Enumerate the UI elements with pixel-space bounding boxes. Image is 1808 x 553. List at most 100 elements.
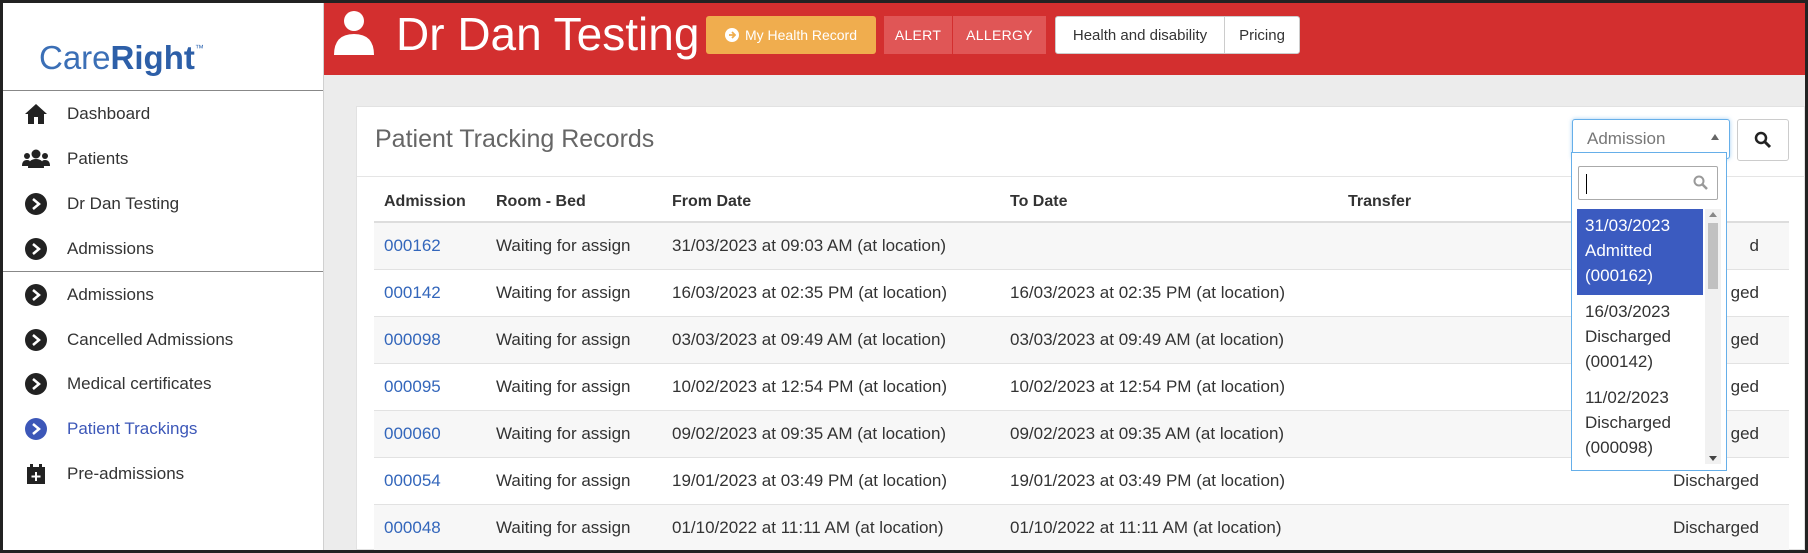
column-header-admission[interactable]: Admission xyxy=(374,182,486,223)
admission-dropdown: 31/03/2023 Admitted (000162) 16/03/2023 … xyxy=(1571,152,1727,471)
option-date: 11/02/2023 xyxy=(1585,388,1669,407)
admission-link[interactable]: 000098 xyxy=(384,330,441,349)
to-date-cell: 16/03/2023 at 02:35 PM (at location) xyxy=(1000,268,1338,316)
from-date-cell: 03/03/2023 at 09:49 AM (at location) xyxy=(662,315,1000,363)
text-cursor xyxy=(1586,174,1587,194)
transfer-cell xyxy=(1338,315,1538,363)
dropdown-option[interactable]: 16/03/2023 Discharged (000142) xyxy=(1577,295,1703,381)
user-icon xyxy=(332,9,376,60)
panel-title: Patient Tracking Records xyxy=(375,125,655,153)
admission-cell[interactable]: 000095 xyxy=(374,362,486,410)
option-date: 31/03/2023 xyxy=(1585,216,1671,235)
admission-cell[interactable]: 000054 xyxy=(374,456,486,504)
admission-cell[interactable]: 000048 xyxy=(374,503,486,551)
sidebar-item-label: Patients xyxy=(67,149,129,168)
option-date: 16/03/2023 xyxy=(1585,302,1671,321)
admission-link[interactable]: 000162 xyxy=(384,236,441,255)
sidebar-item-label: Patient Trackings xyxy=(67,419,198,438)
sidebar-item-dashboard[interactable]: Dashboard xyxy=(3,89,323,139)
option-code: (000098) xyxy=(1585,438,1654,457)
alert-label: ALERT xyxy=(894,27,942,43)
dropdown-options: 31/03/2023 Admitted (000162) 16/03/2023 … xyxy=(1577,209,1703,464)
column-header-to-date[interactable]: To Date xyxy=(1000,182,1338,223)
admission-link[interactable]: 000048 xyxy=(384,518,441,537)
chevron-circle-icon xyxy=(22,190,50,218)
room-cell: Waiting for assign xyxy=(486,221,662,269)
room-cell: Waiting for assign xyxy=(486,456,662,504)
scrollbar-thumb[interactable] xyxy=(1708,223,1718,289)
option-state: Discharged xyxy=(1585,327,1671,346)
dropdown-scrollbar[interactable] xyxy=(1705,209,1721,464)
alert-button[interactable]: ALERT xyxy=(884,16,952,54)
dropdown-option[interactable]: 11/02/2023 Discharged (000098) xyxy=(1577,381,1703,464)
sidebar-item-label: Dr Dan Testing xyxy=(67,194,180,213)
sidebar-item-patients[interactable]: Patients xyxy=(3,134,323,184)
admission-link[interactable]: 000054 xyxy=(384,471,441,490)
admission-link[interactable]: 000142 xyxy=(384,283,441,302)
from-date-cell: 09/02/2023 at 09:35 AM (at location) xyxy=(662,409,1000,457)
column-header-from-date[interactable]: From Date xyxy=(662,182,1000,223)
admission-select-value: Admission xyxy=(1587,129,1666,148)
option-state: Admitted xyxy=(1585,241,1653,260)
chevron-circle-icon xyxy=(22,281,50,309)
admission-cell[interactable]: 000060 xyxy=(374,409,486,457)
sidebar-item-label: Admissions xyxy=(67,239,154,258)
column-header-transfer[interactable]: Transfer xyxy=(1338,182,1538,223)
scroll-down-icon[interactable] xyxy=(1709,456,1717,461)
pricing-label: Pricing xyxy=(1239,26,1285,44)
sidebar-item-label: Pre-admissions xyxy=(67,464,185,483)
from-date-cell: 10/02/2023 at 12:54 PM (at location) xyxy=(662,362,1000,410)
from-date-cell: 16/03/2023 at 02:35 PM (at location) xyxy=(662,268,1000,316)
sidebar-item-label: Dashboard xyxy=(67,104,151,123)
from-date-cell: 01/10/2022 at 11:11 AM (at location) xyxy=(662,503,1000,551)
room-cell: Waiting for assign xyxy=(486,362,662,410)
sidebar-item-label: Cancelled Admissions xyxy=(67,330,234,349)
my-health-record-label: My Health Record xyxy=(744,27,858,43)
transfer-cell xyxy=(1338,503,1538,551)
pricing-button[interactable]: Pricing xyxy=(1224,16,1300,54)
column-header-room-bed[interactable]: Room - Bed xyxy=(486,182,662,223)
sidebar-item-admissions[interactable]: Admissions xyxy=(3,224,323,274)
transfer-cell xyxy=(1338,409,1538,457)
transfer-cell xyxy=(1338,221,1538,269)
allergy-label: ALLERGY xyxy=(966,27,1033,43)
to-date-cell: 01/10/2022 at 11:11 AM (at location) xyxy=(1000,503,1338,551)
search-button[interactable] xyxy=(1737,119,1789,161)
users-icon xyxy=(22,145,50,173)
sidebar-item-dr-dan-testing[interactable]: Dr Dan Testing xyxy=(3,179,323,229)
transfer-cell xyxy=(1338,362,1538,410)
to-date-cell: 10/02/2023 at 12:54 PM (at location) xyxy=(1000,362,1338,410)
sidebar-item-medical-certificates[interactable]: Medical certificates xyxy=(3,359,323,409)
sidebar-item-label: Medical certificates xyxy=(67,374,212,393)
from-date-cell: 31/03/2023 at 09:03 AM (at location) xyxy=(662,221,1000,269)
my-health-record-button[interactable]: My Health Record xyxy=(706,16,876,54)
sidebar-item-admissions-sub[interactable]: Admissions xyxy=(3,270,323,320)
scroll-up-icon[interactable] xyxy=(1709,212,1717,217)
admission-cell[interactable]: 000142 xyxy=(374,268,486,316)
caret-up-icon xyxy=(1711,134,1719,140)
allergy-button[interactable]: ALLERGY xyxy=(953,16,1046,54)
sidebar-item-pre-admissions[interactable]: Pre-admissions xyxy=(3,449,323,499)
health-and-disability-label: Health and disability xyxy=(1072,26,1208,44)
status-cell: Discharged xyxy=(1538,503,1789,551)
admission-cell[interactable]: 000098 xyxy=(374,315,486,363)
dropdown-search-input[interactable] xyxy=(1578,166,1718,200)
table-row[interactable]: 000048 Waiting for assign 01/10/2022 at … xyxy=(374,503,1789,551)
search-icon xyxy=(1754,131,1772,149)
sidebar-item-cancelled-admissions[interactable]: Cancelled Admissions xyxy=(3,315,323,365)
sidebar-item-patient-trackings[interactable]: Patient Trackings xyxy=(3,404,323,454)
from-date-cell: 19/01/2023 at 03:49 PM (at location) xyxy=(662,456,1000,504)
to-date-cell xyxy=(1000,221,1338,269)
admission-cell[interactable]: 000162 xyxy=(374,221,486,269)
dropdown-option[interactable]: 31/03/2023 Admitted (000162) xyxy=(1577,209,1703,295)
health-and-disability-button[interactable]: Health and disability xyxy=(1055,16,1225,54)
admission-link[interactable]: 000060 xyxy=(384,424,441,443)
chevron-circle-icon xyxy=(22,326,50,354)
search-icon xyxy=(1693,175,1708,190)
app-logo[interactable]: CareRight™ xyxy=(39,39,204,77)
to-date-cell: 09/02/2023 at 09:35 AM (at location) xyxy=(1000,409,1338,457)
admission-link[interactable]: 000095 xyxy=(384,377,441,396)
patient-header: Dr Dan Testing My Health Record ALERT AL… xyxy=(324,3,1805,75)
to-date-cell: 03/03/2023 at 09:49 AM (at location) xyxy=(1000,315,1338,363)
chevron-circle-icon xyxy=(22,370,50,398)
